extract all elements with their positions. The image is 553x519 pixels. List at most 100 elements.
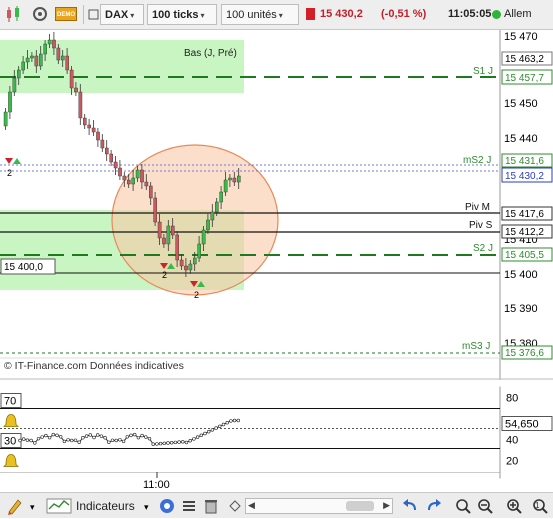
level-name-s2: S2 J bbox=[473, 243, 493, 254]
chevron-down-icon[interactable]: ▾ bbox=[142, 496, 154, 516]
oscillator-point bbox=[121, 439, 126, 444]
list-icon[interactable] bbox=[180, 496, 198, 516]
marker-count: 2 bbox=[162, 270, 167, 280]
oscillator-point bbox=[162, 441, 167, 445]
candle-body bbox=[52, 39, 56, 49]
oscillator-point bbox=[192, 437, 196, 441]
candle-body bbox=[74, 87, 78, 93]
scroll-left-arrow[interactable]: ◀ bbox=[248, 500, 255, 511]
candle-body bbox=[126, 179, 131, 185]
oscillator-point bbox=[188, 438, 192, 443]
oscillator-point bbox=[236, 418, 241, 423]
oscillator-point bbox=[214, 426, 218, 430]
level-value-s2: 15 405,5 bbox=[505, 250, 544, 261]
candle-body bbox=[148, 185, 153, 199]
oscillator-point bbox=[18, 438, 22, 443]
oscillator-point bbox=[184, 440, 189, 445]
oscillator-point bbox=[36, 436, 41, 441]
oscillator-point bbox=[125, 435, 130, 439]
scroll-thumb[interactable] bbox=[346, 501, 374, 511]
indicators-button[interactable]: Indicateurs bbox=[76, 496, 135, 516]
period-label: 100 ticks bbox=[152, 9, 199, 21]
oscillator-point bbox=[110, 438, 115, 442]
price-tick: 15 400 bbox=[504, 269, 538, 281]
price-tick: 15 390 bbox=[504, 303, 538, 315]
oscillator-point bbox=[73, 438, 78, 442]
settings-icon[interactable] bbox=[30, 4, 50, 25]
chevron-down-icon: ▾ bbox=[278, 11, 283, 20]
candle-body bbox=[113, 161, 118, 169]
oscillator-pane[interactable]: 70 30 80 40 20 54,650 bbox=[0, 380, 553, 485]
candle-body bbox=[61, 55, 65, 61]
oscillator-tick: 40 bbox=[506, 435, 518, 447]
candle-body bbox=[192, 257, 197, 265]
chevron-down-icon: ▾ bbox=[130, 11, 135, 20]
svg-text:1: 1 bbox=[535, 501, 540, 510]
time-tick: 11:00 bbox=[143, 479, 170, 491]
oscillator-point bbox=[166, 441, 170, 445]
fullscreen-icon[interactable] bbox=[88, 4, 100, 25]
object-tree-icon[interactable] bbox=[158, 496, 176, 516]
chart-type-icon[interactable] bbox=[4, 4, 26, 25]
level-name-s1: S1 J bbox=[473, 66, 493, 77]
clock-time: 11:05:05 bbox=[448, 8, 492, 20]
level-value-piv-s: 15 412,2 bbox=[505, 227, 544, 238]
level-name-ms2: mS2 J bbox=[463, 155, 491, 166]
candle-body bbox=[223, 179, 228, 193]
oscillator-point bbox=[221, 422, 226, 427]
indicators-icon[interactable] bbox=[46, 496, 72, 516]
oscillator-point bbox=[129, 433, 133, 438]
zoom-out-icon[interactable] bbox=[476, 496, 494, 516]
oscillator-tick: 80 bbox=[506, 393, 518, 405]
bell-icon[interactable] bbox=[3, 454, 19, 467]
level-name-ms3: mS3 J bbox=[462, 341, 490, 352]
oscillator-point bbox=[181, 440, 185, 444]
candle-body bbox=[188, 263, 193, 271]
horizontal-scrollbar[interactable]: ◀ ▶ bbox=[245, 498, 393, 514]
oscillator-point bbox=[51, 432, 55, 437]
buy-arrow-icon bbox=[13, 158, 21, 164]
oscillator-tick: 20 bbox=[506, 456, 518, 468]
oscillator-point bbox=[114, 438, 118, 443]
undo-icon[interactable] bbox=[402, 496, 420, 516]
price-tick: 15 440 bbox=[504, 133, 538, 145]
current-price-value: 15 430,2 bbox=[505, 171, 544, 182]
bell-icon[interactable] bbox=[3, 414, 19, 427]
price-tick: 15 470 bbox=[504, 31, 538, 43]
scroll-right-arrow[interactable]: ▶ bbox=[383, 500, 390, 511]
level-value-ms2: 15 431,6 bbox=[505, 156, 544, 167]
delete-icon[interactable] bbox=[202, 496, 220, 516]
oscillator-point bbox=[207, 429, 211, 434]
draw-tool-icon[interactable] bbox=[6, 496, 24, 516]
instrument-select[interactable]: DAX ▾ bbox=[100, 4, 144, 25]
zoom-in-icon[interactable] bbox=[505, 496, 523, 516]
zoom-fit-icon[interactable] bbox=[454, 496, 472, 516]
oscillator-point bbox=[22, 437, 26, 441]
market-status: Allem bbox=[492, 4, 532, 25]
alert-icon[interactable] bbox=[306, 4, 315, 25]
oscillator-point bbox=[218, 424, 222, 428]
period-select[interactable]: 100 ticks ▾ bbox=[147, 4, 217, 25]
oscillator-point bbox=[203, 431, 207, 436]
oscillator-point bbox=[151, 442, 155, 446]
market-label: Allem bbox=[504, 8, 532, 20]
candle-body bbox=[104, 147, 109, 155]
top-toolbar: DEMO DAX ▾ 100 ticks ▾ 100 unités ▾ 15 430,… bbox=[0, 0, 553, 30]
candle-body bbox=[30, 55, 34, 59]
candle-body bbox=[56, 47, 61, 61]
expand-icon[interactable] bbox=[226, 496, 244, 516]
level-name-piv-m: Piv M bbox=[465, 202, 490, 213]
level-value-ms3: 15 376,6 bbox=[505, 348, 544, 359]
zoom-reset-icon[interactable]: 1 bbox=[530, 496, 550, 516]
candle-body bbox=[69, 69, 74, 89]
price-chart[interactable]: Bas (J, Pré) 2 2 2 15 400,0 S1 J mS2 J P… bbox=[0, 30, 553, 380]
market-open-icon bbox=[492, 9, 501, 19]
units-select[interactable]: 100 unités ▾ bbox=[221, 4, 299, 25]
candle-body bbox=[144, 181, 149, 187]
candle-body bbox=[153, 197, 158, 223]
oscillator-point bbox=[58, 435, 63, 439]
chevron-down-icon[interactable]: ▾ bbox=[28, 496, 40, 516]
price-change: (-0,51 %) bbox=[381, 8, 427, 20]
oscillator-point bbox=[25, 438, 30, 442]
redo-icon[interactable] bbox=[424, 496, 442, 516]
